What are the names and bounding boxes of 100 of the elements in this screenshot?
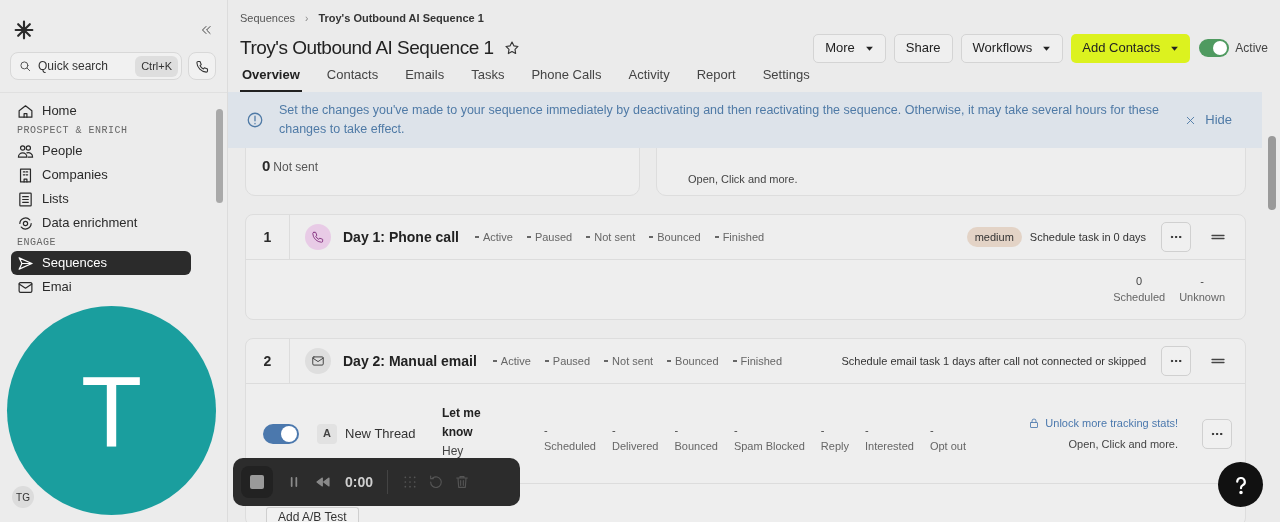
tab[interactable]: Tasks bbox=[469, 64, 507, 92]
nav-item[interactable]: Sequences bbox=[11, 251, 191, 275]
search-icon bbox=[18, 59, 32, 73]
count-label: Not sent bbox=[273, 159, 319, 176]
step-number: 1 bbox=[246, 214, 290, 260]
stat-label: Scheduled bbox=[544, 439, 596, 455]
stat-label: Spam Blocked bbox=[733, 439, 805, 455]
status-label: Bounced bbox=[675, 353, 719, 369]
status-label: Active bbox=[500, 353, 531, 369]
active-toggle[interactable] bbox=[1199, 39, 1230, 57]
nav-item[interactable]: Emai bbox=[11, 275, 74, 299]
toolbar-button[interactable]: Add Contacts bbox=[1071, 33, 1191, 63]
user-avatar[interactable]: TG bbox=[12, 486, 34, 508]
banner-message: Set the changes you've made to your sequence immediately by deactivating and then reactivating the sequence. Otherwise, it may take several hours for these changes to take effect. bbox=[279, 102, 1160, 138]
double-chevron-icon bbox=[199, 23, 213, 37]
email-preview: Hey bbox=[442, 443, 465, 460]
stat-label: Reply bbox=[820, 439, 849, 455]
stat-value: - bbox=[1200, 274, 1204, 290]
toolbar-button[interactable]: More bbox=[813, 33, 886, 63]
status-label: Bounced bbox=[657, 229, 701, 245]
section-label: ENGAGE bbox=[16, 236, 57, 250]
status-label: Not sent bbox=[612, 353, 654, 369]
home-icon bbox=[17, 102, 34, 120]
toolbar-button[interactable]: Share bbox=[893, 33, 953, 63]
phone-icon bbox=[194, 58, 210, 74]
stat-label: Bounced bbox=[674, 439, 718, 455]
status-label: Not sent bbox=[594, 229, 636, 245]
page-title: Troy's Outbound AI Sequence 1 bbox=[240, 35, 494, 60]
stat-label: Opt out bbox=[929, 439, 966, 455]
unlock-stats-link[interactable]: Unlock more tracking stats! bbox=[1028, 415, 1178, 432]
stat-label: Delivered bbox=[612, 439, 659, 455]
nav-item[interactable]: Data enrichment bbox=[11, 211, 140, 235]
recording-time: 0:00 bbox=[345, 472, 374, 492]
building-icon bbox=[17, 166, 34, 184]
nav-item[interactable]: Lists bbox=[11, 187, 71, 211]
rewind-icon bbox=[315, 474, 331, 490]
shortcut-hint: Ctrl+K bbox=[135, 56, 178, 77]
schedule-text: Schedule email task 1 days after call not connected or skipped bbox=[841, 353, 1146, 369]
tab[interactable]: Emails bbox=[403, 64, 447, 92]
nav-item[interactable]: Companies bbox=[11, 163, 110, 187]
phone-icon bbox=[311, 230, 325, 244]
stat-value: - bbox=[929, 423, 934, 439]
status-label: Finished bbox=[722, 229, 765, 245]
stat-label: Interested bbox=[864, 439, 914, 455]
status-label: Active bbox=[482, 229, 513, 245]
star-icon bbox=[503, 40, 520, 56]
info-icon bbox=[246, 111, 264, 129]
stat-value: - bbox=[733, 423, 738, 439]
breadcrumb-link[interactable]: Sequences bbox=[240, 9, 296, 27]
stat-value: - bbox=[820, 423, 825, 439]
stop-button[interactable] bbox=[241, 466, 273, 498]
tab[interactable]: Activity bbox=[626, 64, 672, 92]
stat-value: - bbox=[674, 423, 679, 439]
logo-icon bbox=[14, 20, 34, 40]
step-title: Day 1: Phone call bbox=[343, 227, 459, 247]
envelope-icon bbox=[311, 354, 325, 368]
stop-icon bbox=[250, 475, 264, 489]
breadcrumb-separator: › bbox=[305, 11, 309, 26]
stat-value: - bbox=[864, 423, 869, 439]
hide-banner-button[interactable]: Hide bbox=[1184, 110, 1232, 130]
restart-icon bbox=[428, 474, 445, 490]
step-title: Day 2: Manual email bbox=[343, 351, 477, 371]
collapse-sidebar-button[interactable] bbox=[199, 23, 213, 37]
lock-icon bbox=[1028, 417, 1041, 430]
favorite-button[interactable] bbox=[503, 40, 520, 56]
scrollbar[interactable] bbox=[1268, 136, 1276, 210]
count-value: 0 bbox=[262, 156, 271, 176]
stat-label: Unknown bbox=[1179, 290, 1225, 306]
stat-value: - bbox=[612, 423, 616, 439]
schedule-text: Schedule task in 0 days bbox=[1029, 229, 1146, 245]
scrollbar[interactable] bbox=[216, 109, 223, 203]
stat-value: - bbox=[544, 423, 548, 439]
tab[interactable]: Phone Calls bbox=[529, 64, 604, 92]
tracking-note: Open, Click and more. bbox=[688, 172, 798, 187]
nav-item[interactable]: Home bbox=[11, 99, 79, 123]
stat-value: 0 bbox=[1136, 274, 1143, 290]
refresh-icon bbox=[17, 214, 34, 232]
breadcrumb-link[interactable]: Troy's Outbound AI Sequence 1 bbox=[318, 9, 484, 27]
priority-badge: medium bbox=[966, 226, 1022, 248]
add-ab-test-button[interactable]: Add A/B Test bbox=[266, 507, 359, 522]
list-icon bbox=[17, 190, 34, 208]
phone-button[interactable] bbox=[188, 52, 216, 80]
toggle-label: Active bbox=[1235, 40, 1268, 57]
toolbar-button[interactable]: Workflows bbox=[960, 33, 1064, 63]
step-number: 2 bbox=[246, 338, 290, 384]
nav-item[interactable]: People bbox=[11, 139, 85, 163]
variant-letter: A bbox=[317, 423, 337, 444]
section-label: PROSPECT & ENRICH bbox=[16, 124, 129, 138]
tab[interactable]: Settings bbox=[760, 64, 812, 92]
people-icon bbox=[17, 142, 34, 160]
status-label: Finished bbox=[740, 353, 783, 369]
status-label: Paused bbox=[552, 353, 591, 369]
tab[interactable]: Report bbox=[694, 64, 738, 92]
tracking-note: Open, Click and more. bbox=[1068, 436, 1178, 452]
email-subject: Let me know bbox=[442, 405, 482, 441]
variant-name: New Thread bbox=[345, 424, 417, 443]
status-label: Paused bbox=[534, 229, 573, 245]
tab[interactable]: Contacts bbox=[324, 64, 381, 92]
variant-toggle[interactable] bbox=[263, 423, 299, 444]
trash-icon bbox=[454, 474, 471, 490]
